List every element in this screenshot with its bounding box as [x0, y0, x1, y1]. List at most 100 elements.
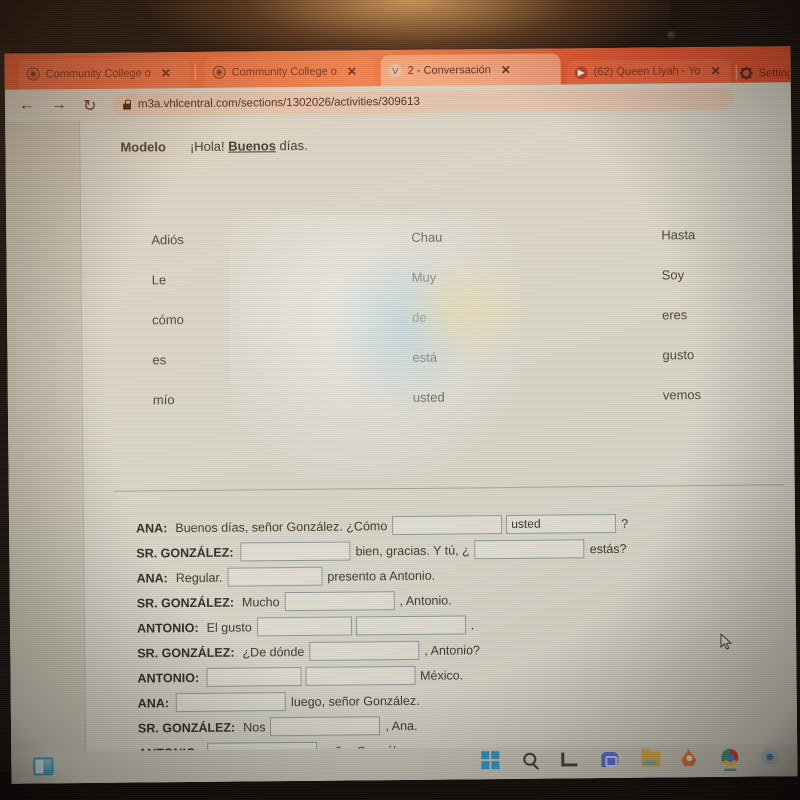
- address-bar[interactable]: m3a.vhlcentral.com/sections/1302026/acti…: [112, 87, 734, 116]
- page-left-rail: [5, 121, 86, 784]
- gear-icon: [740, 67, 753, 80]
- globe-icon: ◉: [26, 67, 40, 81]
- answer-input[interactable]: [175, 692, 287, 713]
- answer-input[interactable]: [270, 716, 381, 737]
- word-bank-item[interactable]: Adiós: [151, 220, 184, 260]
- word-bank-item[interactable]: está: [412, 338, 444, 378]
- dialogue-text: luego, señor González.: [290, 693, 420, 709]
- settings-button[interactable]: Settings: [740, 66, 797, 80]
- chrome-icon[interactable]: [721, 748, 739, 771]
- laptop-screen-photo: ◉ Community College o ✕ ◉ Community Coll…: [0, 0, 800, 800]
- word-bank-item[interactable]: eres: [662, 295, 701, 335]
- tab-separator: [735, 64, 737, 81]
- answer-input[interactable]: [240, 541, 351, 562]
- dialogue-text: , Antonio.: [399, 593, 452, 608]
- word-bank-item[interactable]: de: [412, 298, 444, 338]
- answer-input[interactable]: [227, 566, 323, 587]
- dialogue-speaker: ANA:: [136, 520, 168, 536]
- modelo-suffix: días.: [275, 137, 308, 154]
- word-bank-item[interactable]: es: [152, 340, 185, 380]
- panel-layout-icon[interactable]: [33, 757, 54, 776]
- chat-icon[interactable]: [601, 750, 619, 768]
- tab-label: (62) Queen Liyah - Yo: [593, 65, 701, 79]
- modelo-row: Modelo ¡Hola! Buenos días.: [120, 138, 307, 155]
- file-explorer-icon[interactable]: [641, 750, 661, 768]
- word-bank-item[interactable]: Muy: [411, 258, 443, 298]
- dialogue-text: El gusto: [206, 619, 252, 635]
- word-bank-item[interactable]: Le: [152, 260, 185, 300]
- webcam-icon: [667, 31, 676, 40]
- tab-close-icon[interactable]: ✕: [347, 64, 357, 78]
- browser-tab-4[interactable]: ▶ (62) Queen Liyah - Yo ✕: [566, 58, 731, 85]
- answer-input[interactable]: [355, 615, 466, 636]
- dialogue-speaker: ANA:: [136, 570, 168, 586]
- maps-drop-icon[interactable]: [681, 749, 699, 767]
- browser-tab-1[interactable]: ◉ Community College o ✕: [18, 57, 189, 90]
- dialogue-text: Buenos días, señor González. ¿Cómo: [175, 518, 388, 535]
- screen-bezel-top: [0, 0, 800, 52]
- activity-content: Modelo ¡Hola! Buenos días. Adiós Le cómo…: [80, 114, 798, 784]
- dialogue-list: ANA: Buenos días, señor González. ¿Cómo us…: [136, 509, 778, 765]
- task-view-icon[interactable]: [561, 750, 579, 768]
- page-viewport: Modelo ¡Hola! Buenos días. Adiós Le cómo…: [5, 114, 798, 784]
- word-bank-item[interactable]: vemos: [663, 375, 702, 415]
- dialogue-text: Mucho: [241, 594, 280, 610]
- dialogue-speaker: ANA:: [137, 695, 170, 711]
- word-bank-column-1: Adiós Le cómo es mío: [151, 220, 185, 420]
- dialogue-speaker: SR. GONZÁLEZ:: [136, 545, 234, 561]
- tab-label: 2 - Conversación: [407, 63, 491, 77]
- browser-tab-2[interactable]: ◉ Community College o ✕: [204, 55, 375, 88]
- tab-label: Community College o: [231, 65, 337, 79]
- dialogue-speaker: SR. GONZÁLEZ:: [137, 645, 235, 661]
- dialogue-speaker: ANTONIO:: [136, 620, 199, 636]
- answer-input[interactable]: [474, 539, 585, 560]
- vhl-icon: V: [388, 63, 402, 78]
- word-bank-item[interactable]: mío: [153, 380, 186, 420]
- tab-close-icon[interactable]: ✕: [161, 66, 171, 80]
- modelo-bold-word: Buenos: [228, 138, 276, 154]
- dialogue-text: Regular.: [175, 570, 223, 585]
- tab-close-icon[interactable]: ✕: [501, 62, 511, 76]
- word-bank-item[interactable]: cómo: [152, 300, 185, 340]
- back-icon[interactable]: ←: [19, 96, 35, 114]
- dialogue-text: presento a Antonio.: [327, 568, 436, 584]
- answer-input[interactable]: [392, 515, 503, 536]
- dialogue-speaker: SR. GONZÁLEZ:: [137, 720, 236, 736]
- answer-input[interactable]: [205, 666, 302, 687]
- dialogue-text: estás?: [589, 541, 627, 556]
- modelo-prefix: ¡Hola!: [189, 138, 229, 155]
- windows-start-icon[interactable]: [481, 751, 500, 770]
- browser-tab-3-active[interactable]: V 2 - Conversación ✕: [380, 53, 561, 87]
- lock-icon: [123, 100, 131, 110]
- tab-separator: [194, 63, 196, 80]
- forward-icon[interactable]: →: [51, 96, 67, 114]
- dialogue-text: , Ana.: [385, 718, 418, 733]
- answer-input[interactable]: [309, 640, 420, 661]
- settings-cog-icon[interactable]: [761, 748, 779, 766]
- browser-window: ◉ Community College o ✕ ◉ Community Coll…: [4, 46, 798, 784]
- youtube-icon: ▶: [574, 65, 588, 79]
- modelo-label: Modelo: [120, 139, 166, 155]
- dialogue-text: México.: [420, 667, 464, 683]
- reload-icon[interactable]: ↻: [83, 96, 97, 116]
- word-bank-item[interactable]: Hasta: [661, 215, 700, 255]
- word-bank-item[interactable]: Soy: [661, 255, 700, 295]
- answer-input[interactable]: [284, 591, 395, 612]
- dialogue-text: ?: [621, 516, 629, 531]
- answer-input[interactable]: usted: [506, 513, 617, 534]
- taskbar-icons: [481, 748, 779, 771]
- dialogue-text: bien, gracias. Y tú, ¿: [355, 542, 470, 558]
- dialogue-text: ¿De dónde: [242, 644, 305, 660]
- globe-icon: ◉: [212, 65, 226, 79]
- word-bank-item[interactable]: usted: [413, 378, 445, 418]
- answer-input[interactable]: [304, 665, 416, 686]
- url-text: m3a.vhlcentral.com/sections/1302026/acti…: [137, 95, 420, 111]
- dialogue-speaker: ANTONIO:: [137, 670, 200, 686]
- tab-close-icon[interactable]: ✕: [711, 64, 721, 78]
- word-bank-column-3: Hasta Soy eres gusto vemos: [661, 215, 701, 415]
- answer-input[interactable]: [256, 616, 352, 637]
- word-bank-column-2: Chau Muy de está usted: [411, 218, 445, 418]
- word-bank-item[interactable]: Chau: [411, 218, 443, 258]
- word-bank-item[interactable]: gusto: [662, 335, 701, 375]
- search-icon[interactable]: [521, 751, 539, 769]
